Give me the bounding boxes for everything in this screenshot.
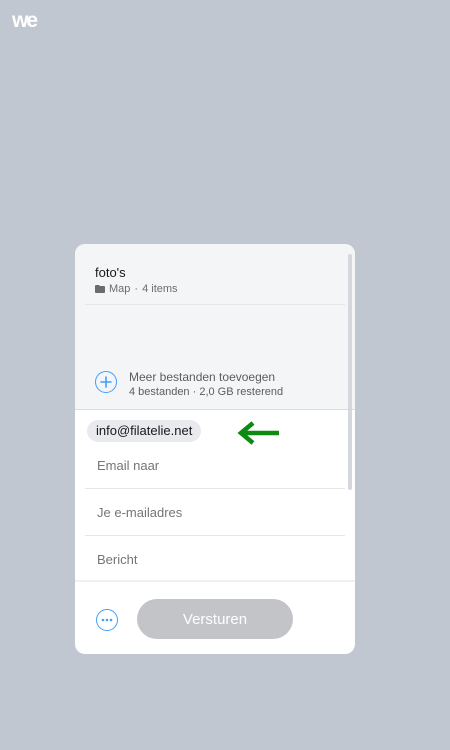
separator-dot: · xyxy=(134,283,139,295)
folder-meta: Map · 4 items xyxy=(95,283,178,295)
folder-type: Map xyxy=(109,283,131,295)
plus-icon xyxy=(100,376,112,388)
email-to-field[interactable] xyxy=(97,458,327,473)
scrollbar[interactable] xyxy=(348,254,352,490)
footer-divider xyxy=(75,580,355,582)
send-button[interactable]: Versturen xyxy=(137,599,293,639)
folder-name: foto's xyxy=(95,265,126,280)
ellipsis-icon xyxy=(101,618,113,622)
item-count: 4 items xyxy=(142,283,178,295)
your-email-field[interactable] xyxy=(97,505,327,520)
add-files-label[interactable]: Meer bestanden toevoegen xyxy=(129,370,275,384)
section-divider xyxy=(75,409,355,410)
svg-text:we: we xyxy=(12,10,37,30)
file-list-area: foto's Map · 4 items Meer bestanden toev… xyxy=(75,244,355,410)
divider xyxy=(85,304,345,305)
field-divider xyxy=(85,488,345,489)
message-field[interactable] xyxy=(97,552,327,567)
field-divider xyxy=(85,535,345,536)
wetransfer-logo[interactable]: we xyxy=(12,10,58,30)
folder-icon xyxy=(95,285,105,293)
add-files-button[interactable] xyxy=(95,371,117,393)
transfer-panel: foto's Map · 4 items Meer bestanden toev… xyxy=(75,244,355,654)
recipient-chip[interactable]: info@filatelie.net xyxy=(87,420,202,442)
transfer-summary: 4 bestanden · 2,0 GB resterend xyxy=(129,386,284,398)
annotation-arrow-icon xyxy=(237,421,279,445)
more-options-button[interactable] xyxy=(96,609,118,631)
